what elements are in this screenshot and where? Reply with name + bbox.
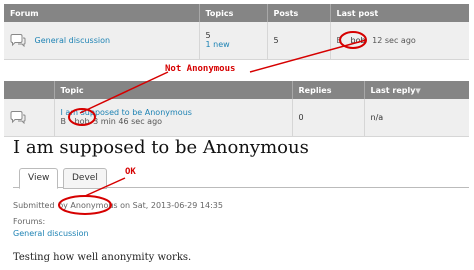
anonymous-circle bbox=[58, 195, 112, 215]
ok-line bbox=[84, 177, 126, 197]
not-anonymous-line-1 bbox=[249, 39, 367, 73]
ok-annotation: OK bbox=[125, 167, 136, 177]
not-anonymous-annotation: Not Anonymous bbox=[165, 64, 236, 74]
annotation-overlay bbox=[58, 31, 367, 215]
not-anonymous-line-2 bbox=[79, 71, 169, 114]
